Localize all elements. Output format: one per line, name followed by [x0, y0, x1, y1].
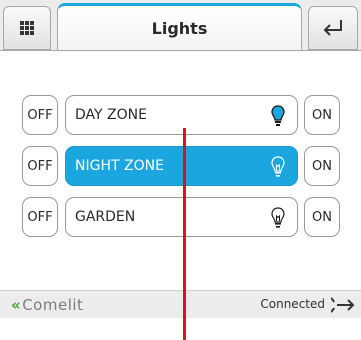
day-zone-off-button[interactable]: OFF	[22, 95, 58, 135]
night-zone-label: NIGHT ZONE	[75, 158, 164, 174]
night-zone-off-button[interactable]: OFF	[22, 146, 58, 186]
status-bar: « Comelit Connected	[0, 290, 361, 318]
back-button[interactable]	[308, 6, 358, 50]
brand-name: Comelit	[22, 296, 84, 314]
logout-arrow-icon[interactable]	[331, 295, 355, 315]
garden-button[interactable]: GARDEN	[65, 197, 298, 237]
zones-panel: OFF DAY ZONE ON OFF NIGHT ZONE ON OFF GA…	[0, 50, 361, 290]
night-zone-on-button[interactable]: ON	[304, 146, 340, 186]
zone-row-garden: OFF GARDEN ON	[22, 197, 340, 237]
comelit-logo-icon: «	[11, 296, 22, 314]
day-zone-on-button[interactable]: ON	[304, 95, 340, 135]
return-arrow-icon	[323, 20, 342, 36]
bulb-on-icon	[271, 105, 285, 126]
night-zone-button[interactable]: NIGHT ZONE	[65, 146, 298, 186]
day-zone-button[interactable]: DAY ZONE	[65, 95, 298, 135]
top-bar: Lights	[0, 0, 361, 51]
garden-off-button[interactable]: OFF	[22, 197, 58, 237]
page-title: Lights	[57, 3, 302, 51]
bulb-off-icon	[271, 207, 285, 228]
bulb-off-icon	[271, 156, 285, 177]
garden-on-button[interactable]: ON	[304, 197, 340, 237]
connection-status: Connected	[260, 297, 325, 311]
day-zone-label: DAY ZONE	[75, 107, 147, 123]
pointer-line	[183, 128, 186, 340]
menu-button[interactable]	[3, 6, 51, 50]
garden-label: GARDEN	[75, 209, 136, 225]
brand-logo: « Comelit	[11, 296, 83, 314]
app-window: Lights OFF DAY ZONE ON OFF NIGHT ZONE ON…	[0, 0, 361, 318]
grid-icon	[20, 21, 34, 35]
zone-row-day: OFF DAY ZONE ON	[22, 95, 340, 135]
zone-row-night: OFF NIGHT ZONE ON	[22, 146, 340, 186]
